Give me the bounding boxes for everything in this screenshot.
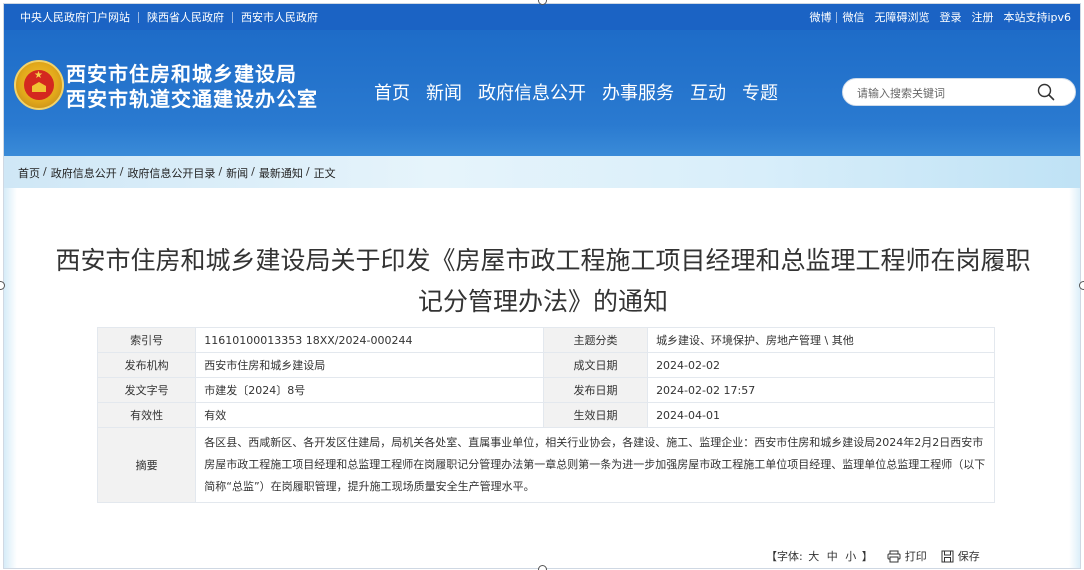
table-row: 发布机构 西安市住房和城乡建设局 成文日期 2024-02-02 [96, 352, 995, 378]
printer-icon [887, 550, 901, 562]
meta-value: 市建发〔2024〕8号 [195, 377, 544, 403]
breadcrumb-gov-info-catalog[interactable]: 政府信息公开目录 [127, 165, 215, 181]
meta-value: 2024-02-02 17:57 [647, 377, 995, 403]
meta-value: 11610100013353 18XX/2024-000244 [195, 327, 544, 353]
meta-label: 生效日期 [542, 402, 649, 428]
search-input[interactable] [857, 84, 1027, 102]
breadcrumb-current: 正文 [313, 167, 336, 180]
browser-page: 中央人民政府门户网站 陕西省人民政府 西安市人民政府 微博 微信 无障碍浏览 登… [3, 3, 1081, 569]
link-wechat[interactable]: 微信 [837, 9, 869, 25]
top-utility-bar: 中央人民政府门户网站 陕西省人民政府 西安市人民政府 微博 微信 无障碍浏览 登… [4, 4, 1080, 30]
article-title: 西安市住房和城乡建设局关于印发《房屋市政工程施工项目经理和总监理工程师在岗履职记… [55, 246, 1031, 316]
table-row: 发文字号 市建发〔2024〕8号 发布日期 2024-02-02 17:57 [96, 377, 995, 403]
breadcrumb-news[interactable]: 新闻 [226, 165, 248, 181]
table-row: 有效性 有效 生效日期 2024-04-01 [96, 402, 995, 428]
site-name[interactable]: 西安市住房和城乡建设局 西安市轨道交通建设办公室 [66, 62, 318, 112]
breadcrumb-band: 首页 / 政府信息公开 / 政府信息公开目录 / 新闻 / 最新通知 / 正文 [4, 156, 1080, 188]
nav-news[interactable]: 新闻 [426, 79, 462, 105]
nav-services[interactable]: 办事服务 [602, 79, 674, 105]
meta-label: 主题分类 [542, 327, 649, 353]
breadcrumb-latest-notice[interactable]: 最新通知 [259, 165, 303, 181]
save-button[interactable]: 保存 [941, 548, 980, 564]
font-size-control: 【字体: 大 中 小 】 [766, 548, 873, 564]
meta-label: 有效性 [96, 402, 197, 428]
link-register[interactable]: 注册 [966, 9, 998, 25]
search-box [842, 78, 1076, 106]
breadcrumb-home[interactable]: 首页 [18, 165, 40, 181]
link-xian-gov[interactable]: 西安市人民政府 [233, 9, 326, 25]
link-central-gov[interactable]: 中央人民政府门户网站 [20, 9, 138, 25]
document-meta-table: 索引号 11610100013353 18XX/2024-000244 主题分类… [96, 327, 995, 503]
summary-text: 各区县、西咸新区、各开发区住建局，局机关各处室、直属事业单位，相关行业协会，各建… [195, 427, 995, 503]
link-accessibility[interactable]: 无障碍浏览 [869, 9, 934, 25]
font-size-small[interactable]: 小 [845, 550, 856, 563]
top-links-left: 中央人民政府门户网站 陕西省人民政府 西安市人民政府 [20, 4, 326, 30]
table-row: 索引号 11610100013353 18XX/2024-000244 主题分类… [96, 327, 995, 353]
font-size-large[interactable]: 大 [808, 550, 819, 563]
print-label: 打印 [904, 550, 927, 563]
article-tools: 【字体: 大 中 小 】 打印 保存 [766, 548, 994, 564]
print-button[interactable]: 打印 [887, 548, 927, 564]
breadcrumb-gov-info[interactable]: 政府信息公开 [51, 165, 117, 181]
meta-value: 西安市住房和城乡建设局 [195, 352, 544, 378]
national-emblem-logo [14, 60, 64, 110]
selection-handle[interactable] [1079, 281, 1084, 290]
link-weibo[interactable]: 微博 [804, 9, 836, 25]
meta-value: 有效 [195, 402, 544, 428]
site-header: 西安市住房和城乡建设局 西安市轨道交通建设办公室 首页 新闻 政府信息公开 办事… [4, 30, 1080, 156]
search-icon[interactable] [1037, 83, 1055, 101]
meta-label: 发布机构 [96, 352, 197, 378]
meta-label: 发文字号 [96, 377, 197, 403]
meta-label: 发布日期 [542, 377, 649, 403]
site-name-line2: 西安市轨道交通建设办公室 [66, 87, 318, 111]
meta-label: 成文日期 [542, 352, 649, 378]
ipv6-support-text: 本站支持ipv6 [1003, 11, 1071, 24]
meta-value: 城乡建设、环境保护、房地产管理 \ 其他 [647, 327, 995, 353]
link-login[interactable]: 登录 [934, 9, 966, 25]
font-size-close: 】 [861, 550, 873, 563]
nav-topics[interactable]: 专题 [742, 79, 778, 105]
meta-value: 2024-02-02 [647, 352, 995, 378]
meta-value: 2024-04-01 [647, 402, 995, 428]
font-size-label: 【字体: [766, 550, 803, 563]
top-links-right: 微博 微信 无障碍浏览 登录 注册 本站支持ipv6 [804, 4, 1076, 30]
main-nav: 首页 新闻 政府信息公开 办事服务 互动 专题 [374, 79, 794, 105]
selection-handle[interactable] [538, 565, 547, 570]
meta-label: 索引号 [96, 327, 197, 353]
nav-interaction[interactable]: 互动 [690, 79, 726, 105]
font-size-medium[interactable]: 中 [827, 550, 838, 563]
save-icon [941, 550, 954, 562]
meta-label: 摘要 [96, 427, 197, 503]
save-label: 保存 [957, 550, 980, 563]
nav-home[interactable]: 首页 [374, 79, 410, 105]
nav-gov-info[interactable]: 政府信息公开 [478, 79, 586, 105]
link-shaanxi-gov[interactable]: 陕西省人民政府 [139, 9, 232, 25]
site-name-line1: 西安市住房和城乡建设局 [66, 62, 297, 86]
breadcrumb: 首页 / 政府信息公开 / 政府信息公开目录 / 新闻 / 最新通知 / 正文 [18, 165, 336, 181]
table-row: 摘要 各区县、西咸新区、各开发区住建局，局机关各处室、直属事业单位，相关行业协会… [96, 427, 995, 503]
